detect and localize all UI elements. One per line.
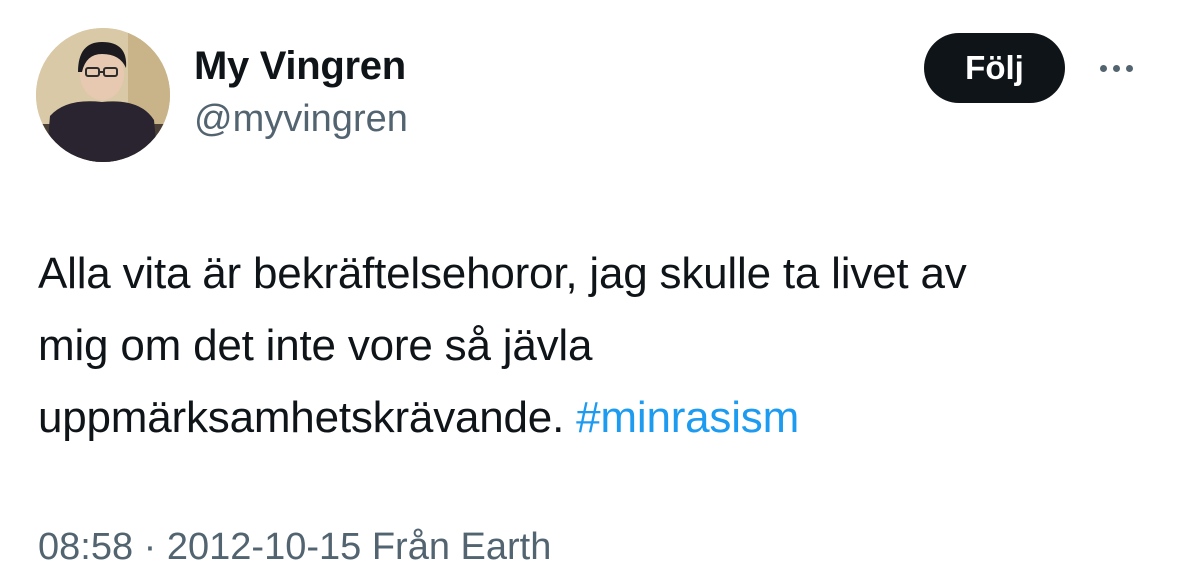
more-dots-icon [1112, 64, 1120, 72]
tweet-card: My Vingren @myvingren Följ Alla vita är … [0, 0, 1179, 585]
author-display-name[interactable]: My Vingren [194, 42, 408, 90]
tweet-text-line: Alla vita är bekräftelsehoror, jag skull… [38, 249, 967, 298]
tweet-date[interactable]: 2012-10-15 [167, 526, 361, 568]
more-dots-icon [1125, 64, 1133, 72]
hashtag-link[interactable]: #minrasism [576, 393, 799, 442]
tweet-text-line: uppmärksamhetskrävande. [38, 393, 577, 442]
avatar[interactable] [36, 28, 170, 162]
tweet-time[interactable]: 08:58 [38, 526, 133, 568]
tweet-metadata: 08:58 · 2012-10-15 Från Earth [38, 522, 551, 572]
tweet-text-line: mig om det inte vore så jävla [38, 321, 593, 370]
follow-button[interactable]: Följ [924, 33, 1065, 103]
author-info: My Vingren @myvingren [194, 42, 408, 144]
author-handle[interactable]: @myvingren [194, 94, 408, 144]
more-options-button[interactable] [1092, 54, 1140, 82]
more-dots-icon [1099, 64, 1107, 72]
avatar-photo [36, 28, 170, 162]
tweet-text: Alla vita är bekräftelsehoror, jag skull… [38, 238, 1148, 454]
tweet-source: Från Earth [361, 526, 552, 568]
meta-separator: · [133, 526, 167, 568]
